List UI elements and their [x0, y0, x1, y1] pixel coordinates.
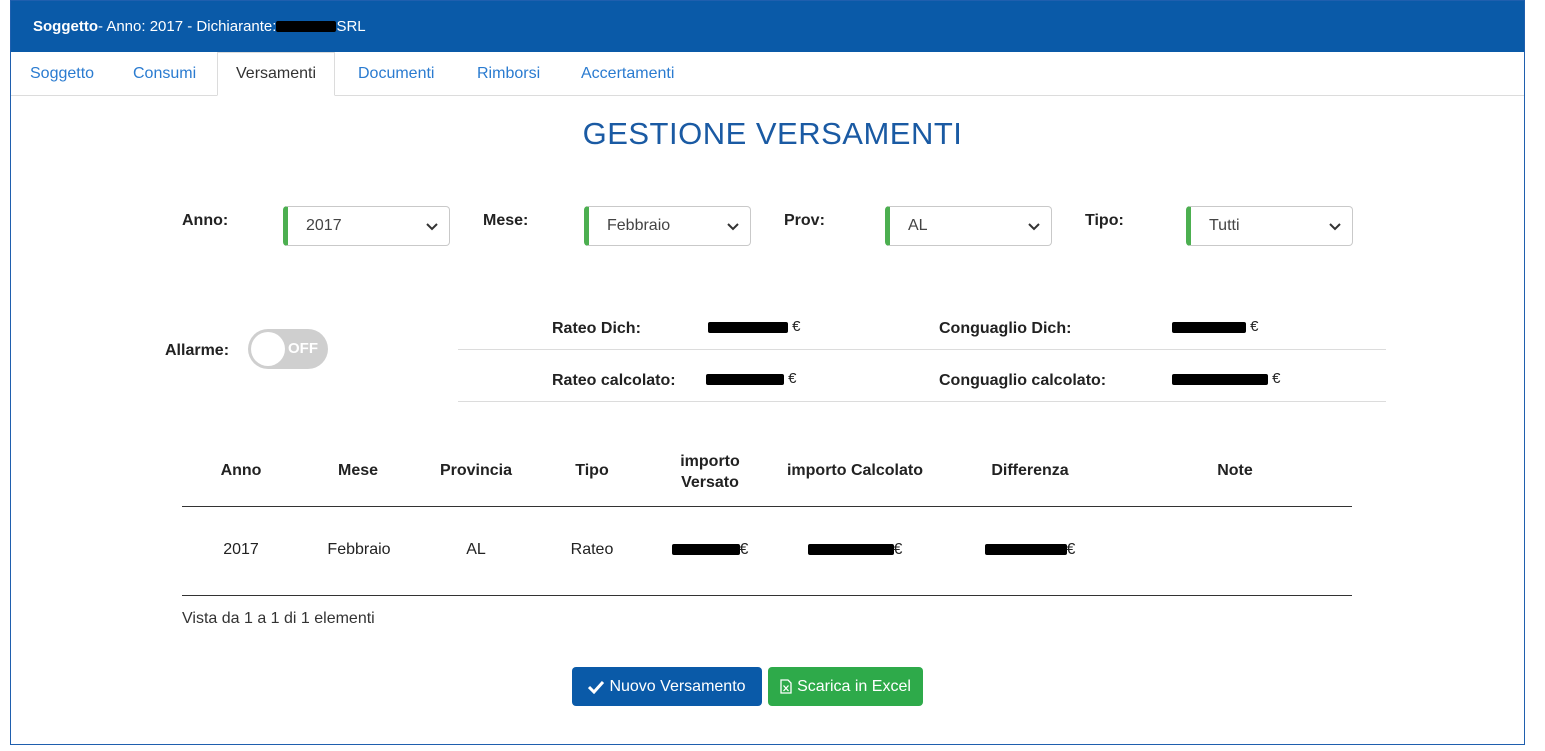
tab-consumi[interactable]: Consumi	[133, 52, 196, 96]
table-header-line	[182, 506, 1352, 507]
tipo-select-value: Tutti	[1209, 217, 1240, 234]
check-icon	[588, 680, 605, 694]
chevron-down-icon	[1329, 223, 1341, 231]
anno-label: Anno:	[182, 212, 229, 229]
col-header-tipo[interactable]: Tipo	[552, 462, 632, 480]
conguaglio-dich-label: Conguaglio Dich:	[939, 320, 1072, 337]
rateo-calc-label: Rateo calcolato:	[552, 372, 676, 389]
toggle-knob	[251, 332, 285, 366]
tab-accertamenti[interactable]: Accertamenti	[581, 52, 674, 96]
toggle-state: OFF	[288, 340, 318, 357]
excel-file-icon	[780, 679, 792, 694]
conguaglio-calc-value: €	[1172, 370, 1281, 387]
mese-select[interactable]: Febbraio	[584, 206, 751, 246]
panel-header: Soggetto - Anno: 2017 - Dichiarante: SRL	[11, 1, 1524, 52]
rateo-dich-label: Rateo Dich:	[552, 320, 641, 337]
summary-divider	[458, 401, 1386, 402]
chevron-down-icon	[727, 223, 739, 231]
cell-importo-versato: €	[655, 541, 765, 559]
chevron-down-icon	[426, 223, 438, 231]
redacted-value	[708, 321, 788, 333]
redacted-value	[1172, 321, 1246, 333]
tipo-select[interactable]: Tutti	[1186, 206, 1353, 246]
rateo-calc-value: €	[706, 370, 797, 387]
rateo-dich-value: €	[708, 318, 801, 335]
anno-select[interactable]: 2017	[283, 206, 450, 246]
anno-select-value: 2017	[306, 217, 342, 234]
col-header-differenza[interactable]: Differenza	[970, 462, 1090, 480]
cell-provincia: AL	[466, 541, 486, 558]
nuovo-versamento-button[interactable]: Nuovo Versamento	[572, 667, 762, 706]
nuovo-versamento-label: Nuovo Versamento	[609, 677, 746, 695]
summary-divider	[458, 349, 1386, 350]
cell-tipo: Rateo	[570, 541, 614, 558]
scarica-excel-label: Scarica in Excel	[797, 677, 911, 695]
tab-bar: Soggetto Consumi Versamenti Documenti Ri…	[11, 52, 1524, 96]
header-subject: Soggetto	[33, 18, 98, 35]
table-footer-line	[182, 595, 1352, 596]
col-header-importo-calcolato[interactable]: importo Calcolato	[780, 462, 930, 480]
col-header-mese[interactable]: Mese	[318, 462, 398, 480]
header-suffix: SRL	[336, 18, 366, 35]
tab-documenti[interactable]: Documenti	[358, 52, 434, 96]
prov-select-value: AL	[908, 217, 928, 234]
cell-importo-calcolato: €	[795, 541, 915, 559]
tab-versamenti[interactable]: Versamenti	[217, 52, 336, 96]
col-header-note[interactable]: Note	[1185, 462, 1285, 480]
allarme-label: Allarme:	[165, 342, 230, 359]
scarica-excel-button[interactable]: Scarica in Excel	[768, 667, 923, 706]
col-header-importo-versato[interactable]: importo Versato	[660, 451, 760, 493]
chevron-down-icon	[1028, 223, 1040, 231]
redacted-name	[276, 21, 337, 32]
redacted-value	[706, 373, 784, 385]
cell-differenza: €	[970, 541, 1090, 559]
col-header-anno[interactable]: Anno	[201, 462, 281, 480]
mese-label: Mese:	[483, 212, 529, 229]
redacted-value	[1172, 373, 1268, 385]
col-header-provincia[interactable]: Provincia	[426, 462, 526, 480]
conguaglio-dich-value: €	[1172, 318, 1259, 335]
tab-rimborsi[interactable]: Rimborsi	[477, 52, 540, 96]
tab-soggetto[interactable]: Soggetto	[30, 52, 94, 96]
prov-label: Prov:	[784, 212, 825, 229]
cell-anno: 2017	[223, 541, 259, 558]
prov-select[interactable]: AL	[885, 206, 1052, 246]
redacted-value	[671, 544, 740, 556]
mese-select-value: Febbraio	[607, 217, 671, 234]
redacted-value	[984, 544, 1067, 556]
page-title: GESTIONE VERSAMENTI	[582, 116, 963, 151]
allarme-toggle[interactable]: OFF	[248, 329, 328, 369]
header-info: - Anno: 2017 - Dichiarante:	[98, 18, 277, 35]
table-info: Vista da 1 a 1 di 1 elementi	[182, 610, 375, 627]
conguaglio-calc-label: Conguaglio calcolato:	[939, 372, 1107, 389]
cell-mese: Febbraio	[327, 541, 391, 558]
tipo-label: Tipo:	[1085, 212, 1124, 229]
redacted-value	[807, 544, 894, 556]
